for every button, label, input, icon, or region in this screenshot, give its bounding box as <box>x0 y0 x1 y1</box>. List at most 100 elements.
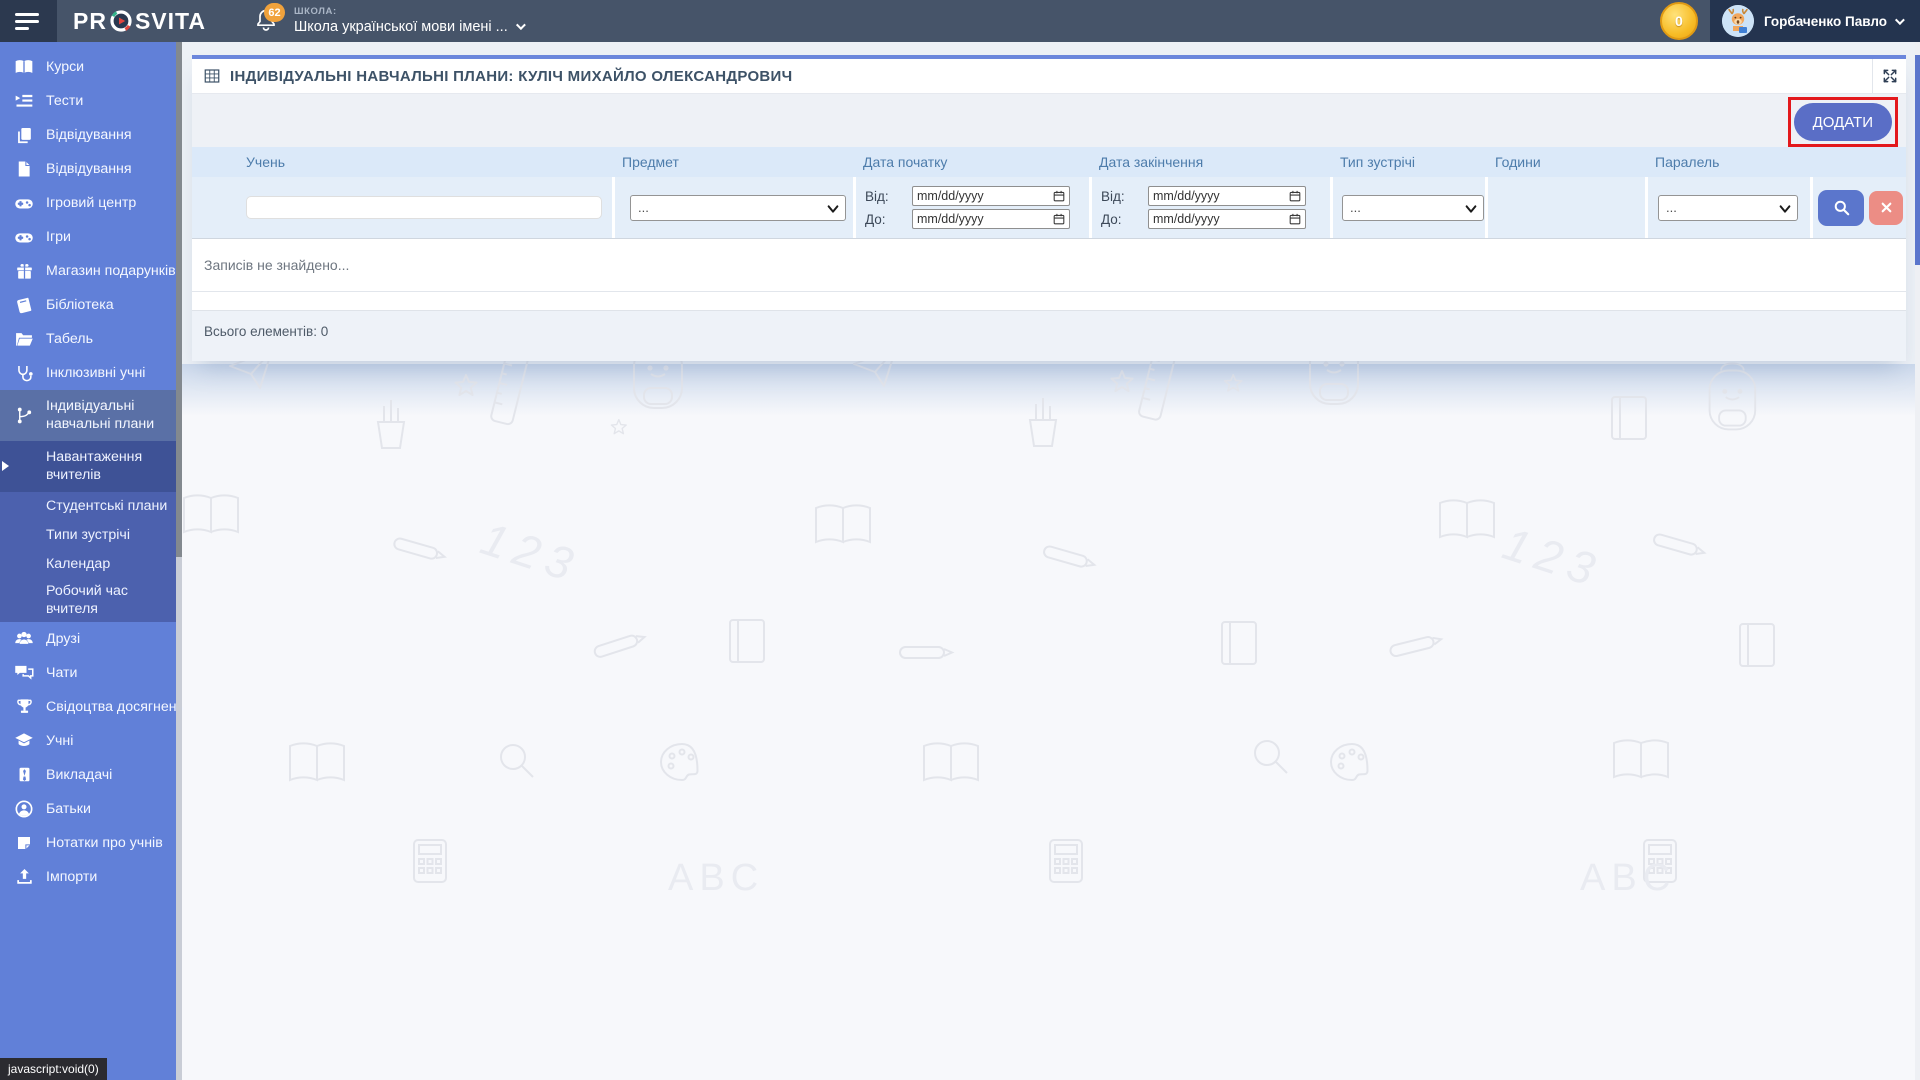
sidebar-item-teacher-work-time[interactable]: Робочий час вчителя <box>0 579 182 622</box>
subject-filter-select[interactable]: ... <box>630 195 846 221</box>
svg-text:123: 123 <box>1497 517 1609 598</box>
book-icon <box>14 295 34 315</box>
hamburger-icon[interactable] <box>0 0 57 42</box>
column-header-meeting-type: Тип зустрічі <box>1330 154 1485 170</box>
sidebar-item-games[interactable]: Ігри <box>0 220 182 254</box>
gift-icon <box>14 261 34 281</box>
start-date-from-input[interactable]: mm/dd/yyyy <box>912 186 1070 206</box>
column-header-student: Учень <box>192 154 612 170</box>
search-icon <box>1832 198 1851 217</box>
empty-table-row <box>192 292 1906 311</box>
school-label: ШКОЛА: <box>294 6 523 18</box>
clear-x-icon <box>1880 201 1893 214</box>
column-header-start-date: Дата початку <box>853 154 1089 170</box>
sidebar-item-teachers[interactable]: Викладачі <box>0 758 182 792</box>
student-filter-input[interactable] <box>246 196 602 219</box>
notifications-button[interactable]: 62 <box>254 7 280 35</box>
school-selector[interactable]: ШКОЛА: Школа української мови імені ... <box>294 6 523 36</box>
panel-title-bar: ІНДИВІДУАЛЬНІ НАВЧАЛЬНІ ПЛАНИ: КУЛІЧ МИХ… <box>192 59 1906 93</box>
column-header-hours: Години <box>1485 154 1645 170</box>
start-date-to-input[interactable]: mm/dd/yyyy <box>912 209 1070 229</box>
calendar-icon[interactable] <box>1053 190 1065 202</box>
stethoscope-icon <box>14 363 34 383</box>
svg-text:ABC: ABC <box>668 857 764 899</box>
sidebar-item-attendance-2[interactable]: Відвідування <box>0 152 182 186</box>
page-scrollbar[interactable] <box>1915 42 1920 1080</box>
notifications-count-badge: 62 <box>264 3 285 22</box>
annotation-highlight-box: ДОДАТИ <box>1788 97 1898 147</box>
users-icon <box>14 629 34 649</box>
parallel-select[interactable]: ... <box>1659 196 1797 220</box>
sidebar-item-individual-plans[interactable]: Індивідуальні навчальні плани <box>0 390 182 441</box>
table-header-row: Учень Предмет Дата початку Дата закінчен… <box>192 147 1906 177</box>
sidebar-item-students[interactable]: Учні <box>0 724 182 758</box>
meeting-type-filter-select[interactable]: ... <box>1342 195 1484 221</box>
app-logo[interactable]: PR SVITA <box>73 8 206 35</box>
subject-select[interactable]: ... <box>631 196 845 220</box>
calendar-icon[interactable] <box>1289 190 1301 202</box>
user-menu[interactable]: Горбаченко Павло <box>1710 0 1920 42</box>
sidebar-item-parents[interactable]: Батьки <box>0 792 182 826</box>
hours-filter-cell <box>1485 177 1645 238</box>
expand-panel-button[interactable] <box>1872 59 1906 93</box>
main-content: 123 123 ABC ABC ІНДИВІДУАЛЬНІ НАВЧАЛЬНІ … <box>182 42 1920 1080</box>
sidebar-item-chats[interactable]: Чати <box>0 656 182 690</box>
sidebar-item-report-card[interactable]: Табель <box>0 322 182 356</box>
sidebar-item-inclusive-students[interactable]: Інклюзивні учні <box>0 356 182 390</box>
chevron-down-icon <box>1895 15 1905 25</box>
page-title: ІНДИВІДУАЛЬНІ НАВЧАЛЬНІ ПЛАНИ: КУЛІЧ МИХ… <box>230 68 792 85</box>
sidebar: Курси Тести Відвідування Відвідування Іг… <box>0 42 182 1080</box>
link-status-tooltip: javascript:void(0) <box>0 1058 107 1080</box>
filter-row: ... Від: mm/dd/yyyy До: mm/dd/yyyy <box>192 177 1906 238</box>
sidebar-item-gift-shop[interactable]: Магазин подарунків <box>0 254 182 288</box>
empty-results-message: Записів не знайдено... <box>192 238 1906 292</box>
sidebar-item-teacher-workload[interactable]: Навантаження вчителів <box>0 441 182 492</box>
sidebar-item-friends[interactable]: Друзі <box>0 622 182 656</box>
search-button[interactable] <box>1818 190 1864 226</box>
sidebar-item-meeting-types[interactable]: Типи зустрічі <box>0 521 182 550</box>
column-header-subject: Предмет <box>612 154 853 170</box>
gamepad-icon <box>14 193 34 213</box>
book-open-icon <box>14 57 34 77</box>
sidebar-item-tests[interactable]: Тести <box>0 84 182 118</box>
user-circle-icon <box>14 799 34 819</box>
user-name: Горбаченко Павло <box>1764 14 1887 29</box>
sidebar-item-imports[interactable]: Імпорти <box>0 860 182 894</box>
list-icon <box>14 91 34 111</box>
logo-o-icon <box>108 8 134 34</box>
trophy-icon <box>14 697 34 717</box>
logo-text-post: SVITA <box>135 8 206 35</box>
sidebar-item-game-center[interactable]: Ігровий центр <box>0 186 182 220</box>
clear-filters-button[interactable] <box>1869 191 1903 225</box>
sidebar-item-courses[interactable]: Курси <box>0 50 182 84</box>
end-date-from-input[interactable]: mm/dd/yyyy <box>1148 186 1306 206</box>
top-bar: PR SVITA 62 ШКОЛА: Школа української мов… <box>0 0 1920 42</box>
coins-count: 0 <box>1675 13 1683 29</box>
school-name: Школа української мови імені ... <box>294 18 508 36</box>
branch-icon <box>14 405 34 425</box>
expand-icon <box>1882 68 1898 84</box>
end-date-to-input[interactable]: mm/dd/yyyy <box>1148 209 1306 229</box>
sidebar-submenu-individual-plans: Навантаження вчителів Студентські плани … <box>0 441 182 622</box>
column-header-end-date: Дата закінчення <box>1089 154 1330 170</box>
individual-plans-panel: ІНДИВІДУАЛЬНІ НАВЧАЛЬНІ ПЛАНИ: КУЛІЧ МИХ… <box>192 55 1906 361</box>
sidebar-item-calendar[interactable]: Календар <box>0 550 182 579</box>
svg-text:ABC: ABC <box>1580 857 1676 899</box>
sidebar-item-library[interactable]: Бібліотека <box>0 288 182 322</box>
gamepad-icon <box>14 227 34 247</box>
panel-shadow <box>182 364 1920 416</box>
parallel-filter-select[interactable]: ... <box>1658 195 1798 221</box>
calendar-icon[interactable] <box>1053 213 1065 225</box>
panel-toolbar: ДОДАТИ <box>192 93 1906 147</box>
meeting-type-select[interactable]: ... <box>1343 196 1483 220</box>
sidebar-scrollbar[interactable] <box>176 42 182 1080</box>
date-to-label: До: <box>856 212 912 227</box>
add-button[interactable]: ДОДАТИ <box>1794 103 1892 141</box>
coins-badge[interactable]: 0 <box>1660 2 1698 40</box>
sidebar-item-student-plans[interactable]: Студентські плани <box>0 492 182 521</box>
calendar-icon[interactable] <box>1289 213 1301 225</box>
table-grid-icon <box>203 67 221 85</box>
sidebar-item-achievement-certificates[interactable]: Свідоцтва досягнень <box>0 690 182 724</box>
sidebar-item-student-notes[interactable]: Нотатки про учнів <box>0 826 182 860</box>
sidebar-item-attendance-1[interactable]: Відвідування <box>0 118 182 152</box>
